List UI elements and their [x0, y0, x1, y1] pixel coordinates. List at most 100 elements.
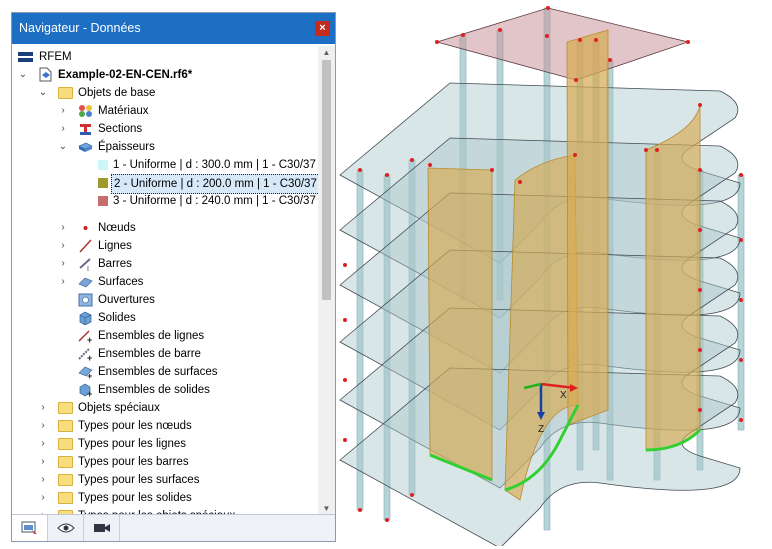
- node-dot: [698, 228, 702, 232]
- chevron-right-icon[interactable]: ›: [58, 219, 68, 237]
- wall-core: [566, 29, 609, 426]
- folder-icon: [58, 474, 73, 486]
- model-3d-viewport[interactable]: X Z: [337, 0, 772, 549]
- node-dot: [698, 408, 702, 412]
- members-label: Barres: [98, 258, 132, 270]
- surface-set-icon: +: [78, 365, 93, 381]
- column: [737, 174, 745, 431]
- chevron-right-icon[interactable]: ›: [58, 255, 68, 273]
- chevron-right-icon[interactable]: ›: [38, 399, 48, 417]
- node-dot: [343, 438, 347, 442]
- chevron-right-icon[interactable]: ›: [58, 120, 68, 138]
- chevron-right-icon[interactable]: ›: [38, 471, 48, 489]
- node-dot: [739, 358, 743, 362]
- folder-icon: [58, 402, 73, 414]
- node-dot: [498, 28, 502, 32]
- tab-views[interactable]: [84, 515, 120, 541]
- chevron-right-icon[interactable]: ›: [38, 453, 48, 471]
- lines-label: Lignes: [98, 240, 132, 252]
- chevron-down-icon[interactable]: ⌄: [18, 66, 28, 84]
- svg-text:+: +: [87, 371, 92, 379]
- folder-icon: [58, 87, 73, 99]
- navigator-title: Navigateur - Données: [19, 21, 141, 35]
- node-dot: [343, 263, 347, 267]
- scroll-up-icon[interactable]: ▲: [318, 46, 335, 60]
- chevron-down-icon[interactable]: ⌄: [38, 84, 48, 102]
- navigator-tabs: [12, 514, 335, 541]
- solids-label: Solides: [98, 312, 136, 324]
- color-swatch-icon: [98, 196, 108, 206]
- svg-text:I: I: [87, 266, 89, 271]
- chevron-right-icon[interactable]: ›: [38, 435, 48, 453]
- folder-label: Types pour les surfaces: [78, 474, 200, 486]
- svg-text:+: +: [87, 353, 92, 361]
- rfem-flag-icon: [18, 52, 33, 62]
- node-dot: [428, 163, 432, 167]
- chevron-right-icon[interactable]: ›: [38, 489, 48, 507]
- node-dot: [385, 518, 389, 522]
- folder-icon: [58, 420, 73, 432]
- thickness-icon: [78, 140, 93, 154]
- solid-icon: [78, 311, 93, 326]
- tab-data[interactable]: [12, 515, 48, 541]
- svg-text:+: +: [87, 389, 92, 397]
- node-dot: [490, 168, 494, 172]
- node-dot: [698, 288, 702, 292]
- chevron-right-icon[interactable]: ›: [38, 417, 48, 435]
- navigator-panel: Navigateur - Données × RFEM ⌄ Example-02…: [11, 12, 336, 542]
- thicknesses-label: Épaisseurs: [98, 141, 155, 153]
- node-dot: [655, 148, 659, 152]
- node-dot: [343, 318, 347, 322]
- node-dot: [461, 33, 465, 37]
- color-swatch-icon: [98, 160, 108, 170]
- member-set-icon: +: [78, 347, 93, 363]
- node-dot: [435, 40, 439, 44]
- tab-display[interactable]: [48, 515, 84, 541]
- node-dot: [358, 508, 362, 512]
- node-dot: [739, 238, 743, 242]
- folder-icon: [58, 438, 73, 450]
- camera-icon: [93, 523, 110, 532]
- folder-label: Objets spéciaux: [78, 402, 160, 414]
- line-set-icon: +: [78, 329, 93, 345]
- node-dot: [518, 180, 522, 184]
- sections-label: Sections: [98, 123, 143, 135]
- thickness-1-label: 1 - Uniforme | d : 300.0 mm | 1 - C30/37: [113, 159, 316, 171]
- chevron-down-icon[interactable]: ⌄: [58, 138, 68, 156]
- folder-label: Types pour les barres: [78, 456, 189, 468]
- surface-icon: [78, 275, 93, 289]
- structure-model: X Z: [339, 6, 745, 549]
- chevron-right-icon[interactable]: ›: [58, 237, 68, 255]
- chevron-right-icon[interactable]: ›: [58, 102, 68, 120]
- node-dot: [385, 173, 389, 177]
- close-button[interactable]: ×: [315, 21, 330, 36]
- opening-icon: [78, 293, 93, 307]
- wall: [645, 104, 701, 451]
- node-dot: [739, 173, 743, 177]
- node-dot: [573, 153, 577, 157]
- solid-sets-label: Ensembles de solides: [98, 384, 210, 396]
- node-dot: [698, 168, 702, 172]
- line-sets-label: Ensembles de lignes: [98, 330, 205, 342]
- svg-text:+: +: [87, 335, 92, 343]
- node-dot: [739, 298, 743, 302]
- folder-icon: [58, 456, 73, 468]
- model-file-icon: [38, 67, 52, 82]
- data-tab-icon: [21, 521, 37, 534]
- node-dot: [594, 38, 598, 42]
- node-dot: [410, 493, 414, 497]
- scrollbar-thumb[interactable]: [322, 60, 331, 300]
- tree-scrollbar[interactable]: ▲ ▼: [318, 46, 335, 516]
- openings-label: Ouvertures: [98, 294, 155, 306]
- chevron-right-icon[interactable]: ›: [58, 273, 68, 291]
- navigator-titlebar: Navigateur - Données ×: [12, 13, 335, 44]
- materials-label: Matériaux: [98, 105, 149, 117]
- node-dot: [608, 58, 612, 62]
- node-dot: [686, 40, 690, 44]
- node-dot: [644, 148, 648, 152]
- node-dot: [698, 103, 702, 107]
- folder-label: Types pour les nœuds: [78, 420, 192, 432]
- solid-set-icon: +: [78, 383, 93, 399]
- wall: [427, 167, 493, 481]
- node-dot: [343, 378, 347, 382]
